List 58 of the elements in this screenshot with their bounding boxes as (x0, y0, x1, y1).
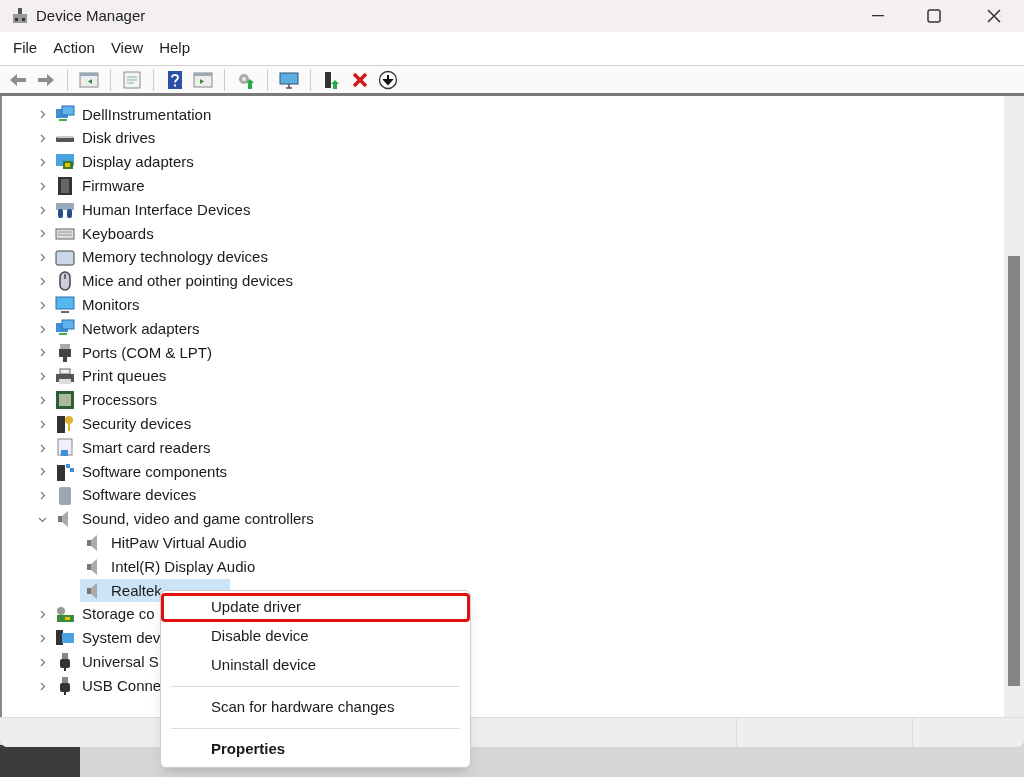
scrollbar-thumb[interactable] (1008, 256, 1020, 686)
properties-sheet-icon (122, 69, 142, 90)
tree-item[interactable]: DellInstrumentation (82, 103, 212, 127)
panel-icon (79, 69, 99, 90)
tree-item[interactable]: Software components (82, 460, 228, 484)
menu-item[interactable]: Action (45, 37, 103, 60)
context-menu-item[interactable]: Properties (161, 735, 470, 764)
help-icon (165, 69, 185, 90)
menu-item[interactable]: Help (151, 37, 198, 60)
window-title: Device Manager (36, 5, 146, 26)
device-add-icon (322, 69, 342, 90)
memory-card-icon (55, 247, 75, 268)
storage-controller-icon (55, 604, 75, 625)
tree-item[interactable]: Keyboards (82, 222, 154, 246)
monitor-icon (55, 295, 75, 316)
tree-item[interactable]: Human Interface Devices (82, 198, 251, 222)
tree-item[interactable]: Firmware (82, 175, 145, 198)
card-reader-icon (55, 438, 75, 459)
menu-item[interactable]: File (5, 37, 46, 60)
download-icon (378, 69, 398, 90)
panel-icon (193, 69, 213, 90)
close-icon (987, 9, 1001, 23)
tree-item[interactable]: Monitors (82, 294, 140, 317)
tree-item[interactable]: Disk drives (82, 127, 156, 150)
tree-item[interactable]: Ports (COM & LPT) (82, 341, 212, 365)
scrollbar[interactable] (1004, 96, 1024, 717)
monitor-scan-icon (279, 69, 299, 90)
processor-icon (55, 390, 75, 411)
tree-item[interactable]: Display adapters (82, 151, 194, 174)
tree-item[interactable]: Print queues (82, 365, 167, 388)
tree-item[interactable]: Sound, video and game controllers (82, 508, 314, 531)
disk-drive-icon (55, 134, 75, 143)
input-devices-icon (55, 200, 75, 221)
tree-item[interactable]: Network adapters (82, 317, 200, 341)
tree-item[interactable]: Memory technology devices (82, 246, 268, 269)
key-device-icon (55, 414, 75, 435)
tree-item[interactable]: Software devices (82, 484, 197, 507)
menu-item[interactable]: View (102, 37, 152, 60)
tree-item[interactable]: Security devices (82, 413, 192, 436)
context-menu-item[interactable]: Uninstall device (161, 651, 470, 680)
minimize-icon (872, 15, 884, 17)
tree-item[interactable]: Storage co (82, 603, 155, 626)
context-menu-item[interactable]: Disable device (161, 622, 470, 651)
tree-item[interactable]: HitPaw Virtual Audio (80, 531, 253, 555)
maximize-icon (927, 9, 941, 23)
component-icon (55, 461, 75, 482)
tree-item[interactable]: Universal S (82, 650, 159, 674)
tree-item[interactable]: Mice and other pointing devices (82, 270, 293, 293)
tree-item[interactable]: USB Conne (82, 674, 162, 698)
tree-item[interactable]: Intel(R) Display Audio (80, 555, 262, 579)
context-menu-item[interactable]: Update driver (161, 593, 470, 622)
tree-item[interactable]: Processors (82, 389, 158, 412)
device-manager-icon (11, 7, 29, 25)
printer-icon (55, 366, 75, 387)
context-menu-item[interactable]: Scan for hardware changes (161, 693, 470, 722)
tree-item[interactable]: System dev (82, 627, 161, 650)
chip-icon (55, 176, 75, 197)
tree-item[interactable]: Smart card readers (82, 436, 211, 460)
